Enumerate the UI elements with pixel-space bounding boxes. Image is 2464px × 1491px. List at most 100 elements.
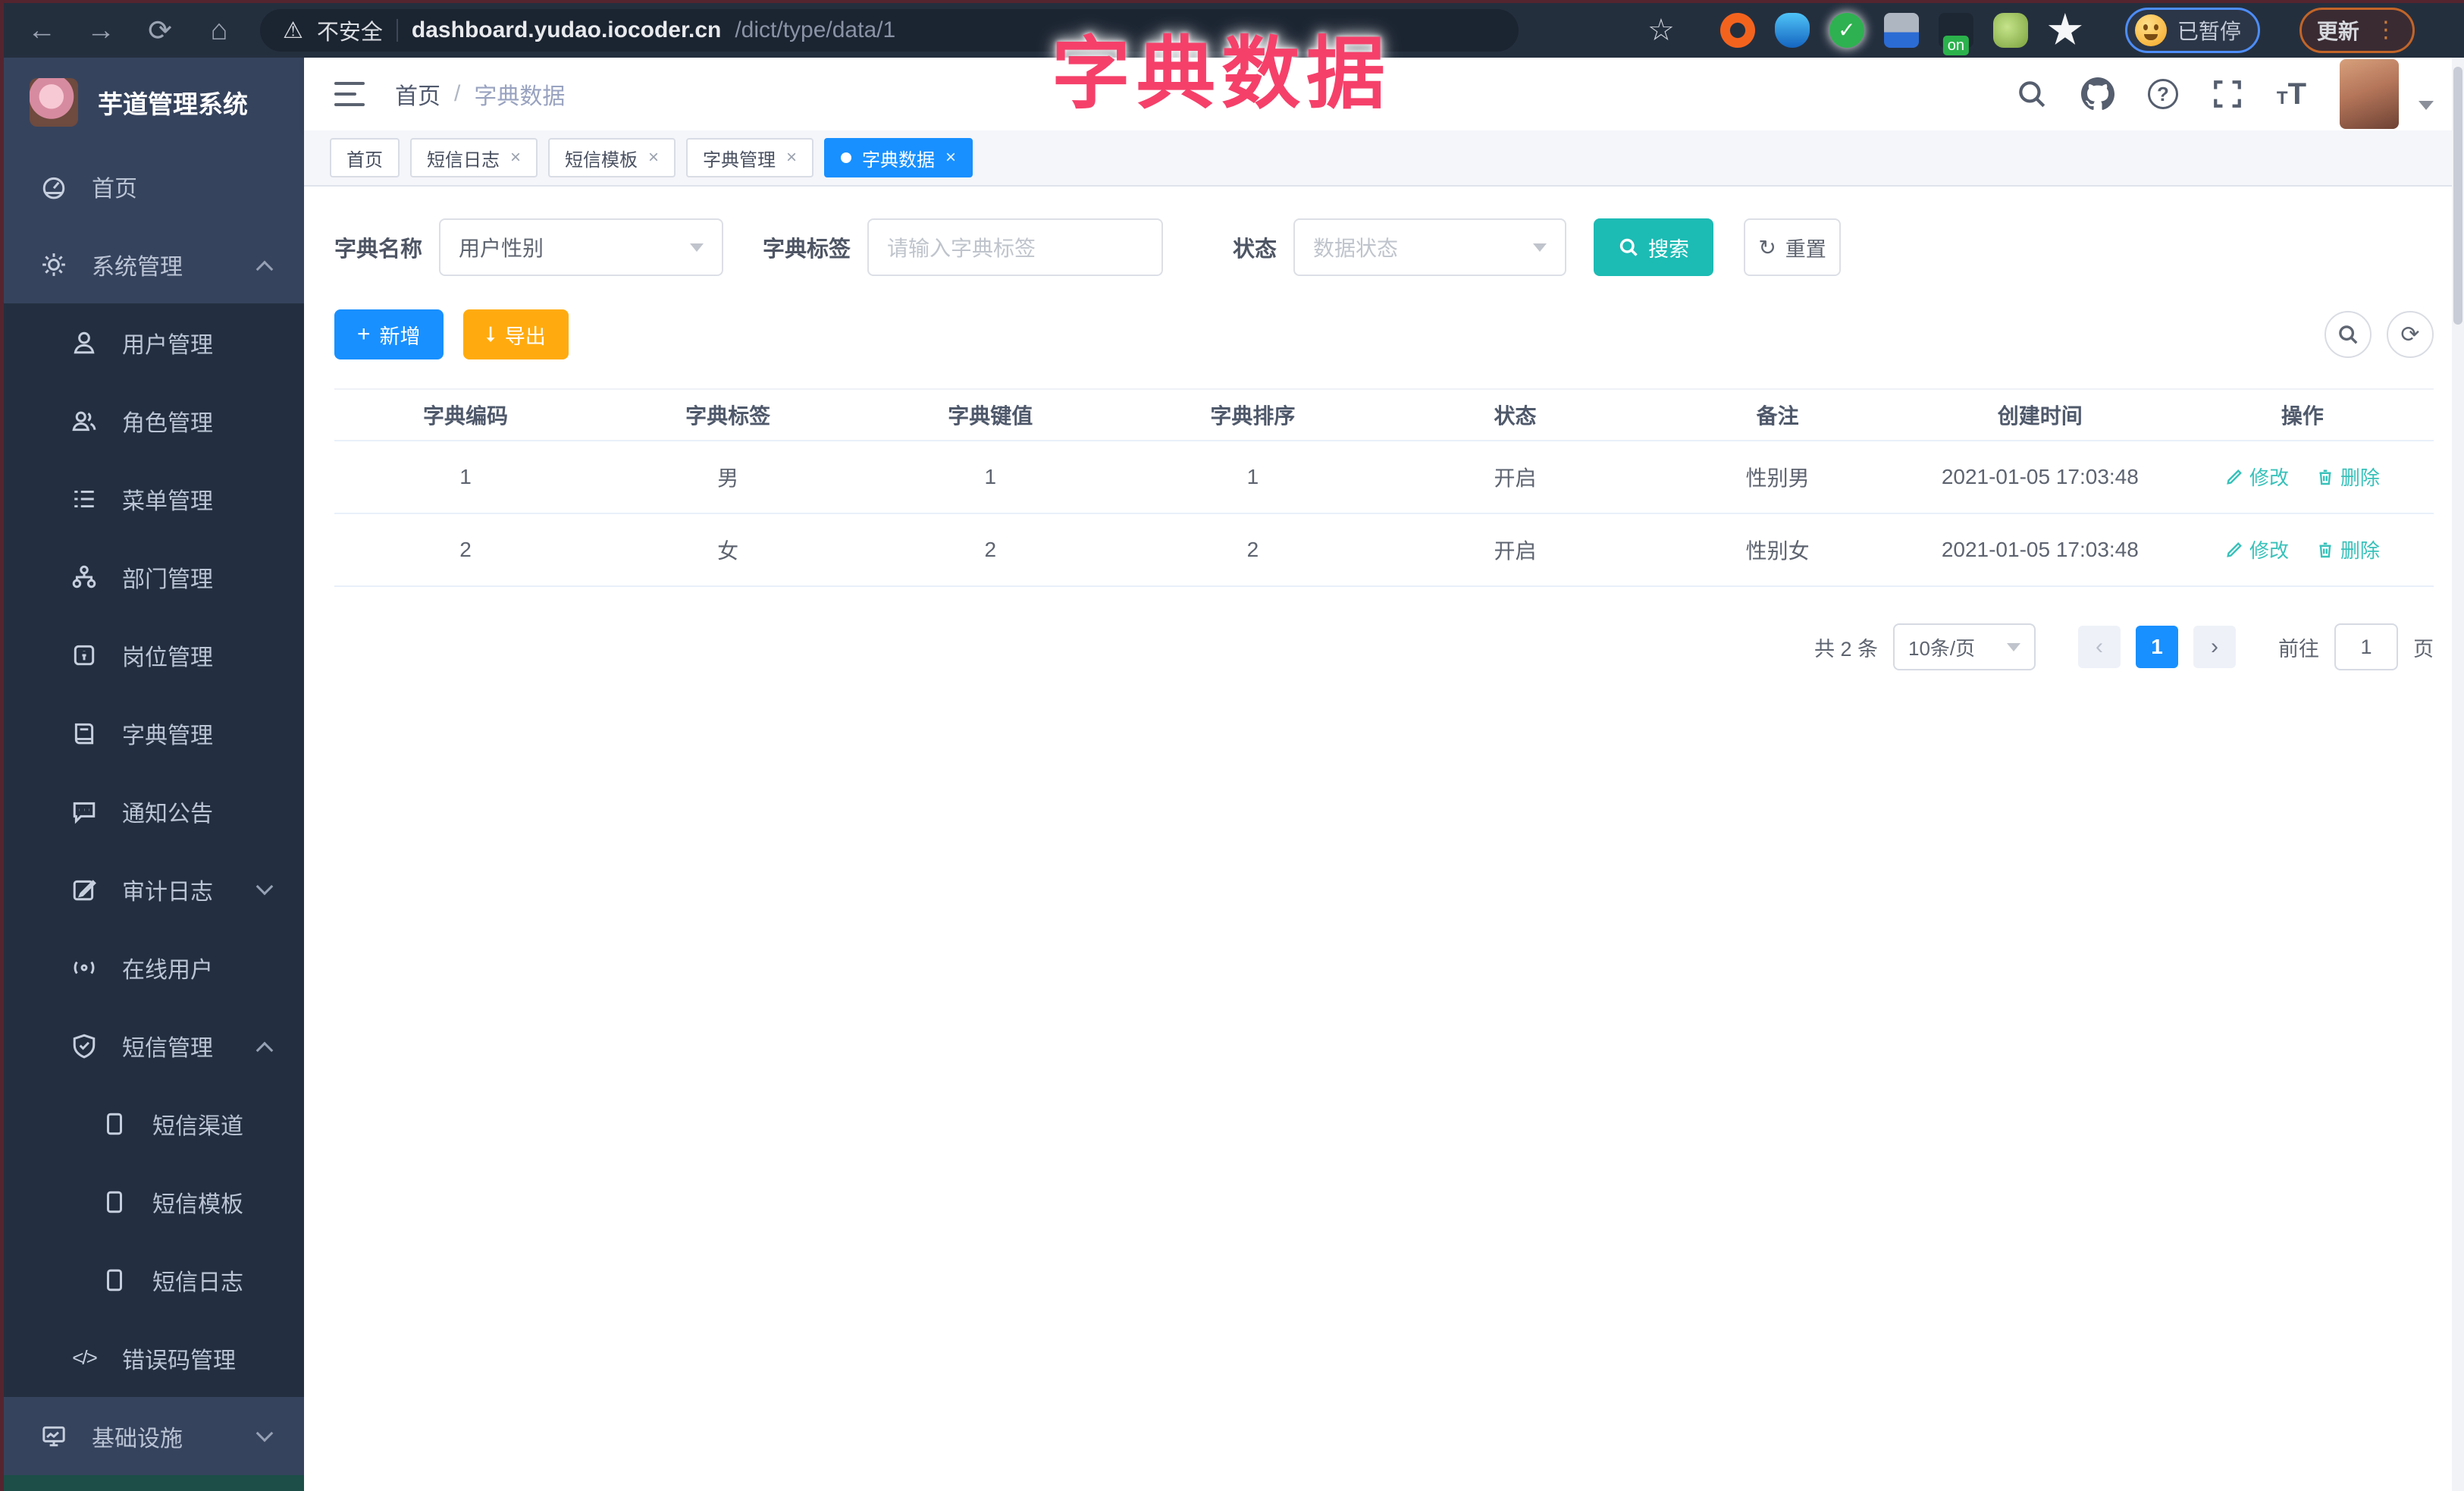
sidebar-item-menus[interactable]: 菜单管理: [4, 460, 304, 538]
dashboard-icon: [37, 174, 71, 199]
avatar-caret-icon[interactable]: [2419, 101, 2434, 110]
page-size-select[interactable]: 10条/页: [1893, 623, 2036, 670]
monitor-icon: [37, 1424, 71, 1449]
add-button[interactable]: + 新增: [334, 309, 444, 359]
tag-dict-manage[interactable]: 字典管理 ×: [686, 138, 814, 177]
insecure-warning-icon[interactable]: ⚠: [283, 17, 303, 44]
dict-name-select[interactable]: 用户性别: [439, 218, 724, 276]
sidebar-item-label: 系统管理: [92, 254, 183, 280]
tag-label: 字典数据: [862, 149, 936, 171]
sidebar-item-sms[interactable]: 短信管理: [4, 1006, 304, 1085]
sidebar-item-infra[interactable]: 基础设施: [4, 1397, 304, 1475]
sidebar-item-online-users[interactable]: 在线用户: [4, 928, 304, 1006]
browser-back-icon[interactable]: ←: [24, 14, 60, 47]
tag-label: 短信模板: [565, 149, 638, 171]
search-icon: [2339, 325, 2358, 344]
delete-link[interactable]: 删除: [2316, 535, 2380, 563]
dict-data-table: 字典编码 字典标签 字典键值 字典排序 状态 备注 创建时间 操作 1 男 1 …: [334, 388, 2434, 587]
sidebar-item-sms-log[interactable]: 短信日志: [4, 1241, 304, 1319]
goto-page-input[interactable]: 1: [2334, 623, 2398, 670]
sidebar-item-label: 岗位管理: [122, 645, 213, 670]
extension-icon-4[interactable]: [1883, 13, 1919, 48]
tag-home[interactable]: 首页: [330, 138, 400, 177]
sidebar-item-notice[interactable]: 通知公告: [4, 772, 304, 850]
edit-link-label: 修改: [2249, 466, 2290, 490]
status-label: 状态: [1233, 237, 1277, 262]
profile-paused-chip[interactable]: 已暂停: [2124, 8, 2260, 53]
pagination-total: 共 2 条: [1814, 637, 1878, 661]
cell-label: 男: [597, 440, 860, 513]
message-icon: [67, 799, 101, 824]
dict-label-placeholder: 请输入字典标签: [887, 237, 1036, 260]
extension-icon-3[interactable]: [1829, 13, 1864, 48]
dict-label-label: 字典标签: [763, 237, 851, 262]
dict-label-input[interactable]: 请输入字典标签: [867, 218, 1164, 276]
bookmark-star-icon[interactable]: ☆: [1647, 13, 1675, 48]
browser-reload-icon[interactable]: ⟳: [142, 14, 178, 48]
tag-label: 字典管理: [703, 149, 776, 171]
close-icon[interactable]: ×: [648, 147, 659, 168]
extension-icon-5[interactable]: on: [1938, 13, 1973, 55]
font-size-icon[interactable]: TT: [2277, 77, 2306, 111]
export-button[interactable]: ⭣ 导出: [462, 309, 569, 359]
update-label: 更新: [2316, 20, 2359, 43]
scrollbar-thumb[interactable]: [2453, 67, 2462, 325]
sidebar-item-sms-template[interactable]: 短信模板: [4, 1163, 304, 1241]
tag-dict-data[interactable]: 字典数据 ×: [824, 138, 973, 177]
sidebar-item-audit-log[interactable]: 审计日志: [4, 850, 304, 928]
current-page-button[interactable]: 1: [2136, 626, 2178, 668]
trash-icon: [2319, 542, 2331, 557]
extension-icon-6[interactable]: [1992, 13, 2028, 48]
close-icon[interactable]: ×: [945, 147, 956, 168]
sidebar-item-departments[interactable]: 部门管理: [4, 538, 304, 616]
edit-link[interactable]: 修改: [2225, 463, 2289, 491]
delete-link[interactable]: 删除: [2316, 463, 2380, 491]
sidebar-item-home[interactable]: 首页: [4, 147, 304, 225]
close-icon[interactable]: ×: [510, 147, 521, 168]
browser-forward-icon[interactable]: →: [83, 14, 119, 47]
sidebar: 芋道管理系统 首页 系统管理 用户管理 角色管理 菜单管理 部门管理 岗位管理 …: [4, 58, 304, 1491]
sidebar-item-users[interactable]: 用户管理: [4, 303, 304, 381]
sidebar-item-errorcode[interactable]: </> 错误码管理: [4, 1319, 304, 1397]
browser-menu-icon[interactable]: ⋮: [2375, 19, 2397, 42]
user-avatar[interactable]: [2340, 59, 2399, 129]
page-content: 字典名称 用户性别 字典标签 请输入字典标签 状态 数据状态 搜索 ↻ 重置 +…: [304, 187, 2464, 1491]
prev-page-button[interactable]: ‹: [2078, 626, 2121, 668]
window-scrollbar[interactable]: [2452, 58, 2464, 1491]
extension-puzzle-icon[interactable]: [2048, 13, 2082, 45]
sidebar-item-label: 短信管理: [122, 1035, 213, 1061]
breadcrumb-home[interactable]: 首页: [395, 77, 440, 111]
close-icon[interactable]: ×: [786, 147, 797, 168]
col-header: 字典键值: [859, 388, 1122, 441]
browser-update-button[interactable]: 更新 ⋮: [2299, 8, 2415, 53]
sidebar-item-sms-channel[interactable]: 短信渠道: [4, 1085, 304, 1163]
status-select[interactable]: 数据状态: [1293, 218, 1567, 276]
sidebar-logo-row[interactable]: 芋道管理系统: [4, 58, 304, 147]
next-page-button[interactable]: ›: [2193, 626, 2236, 668]
tag-label: 短信日志: [427, 149, 500, 171]
search-button[interactable]: 搜索: [1594, 218, 1714, 276]
cell-actions: 修改 删除: [2171, 440, 2434, 513]
refresh-table-button[interactable]: ⟳: [2387, 311, 2434, 358]
toggle-search-button[interactable]: [2324, 311, 2372, 358]
sidebar-toggle-icon[interactable]: [334, 82, 365, 106]
github-icon[interactable]: [2080, 77, 2114, 111]
sidebar-item-dict[interactable]: 字典管理: [4, 694, 304, 772]
gear-icon: [37, 252, 71, 278]
sidebar-item-posts[interactable]: 岗位管理: [4, 616, 304, 694]
export-button-label: 导出: [504, 325, 546, 348]
edit-link[interactable]: 修改: [2225, 535, 2289, 563]
tag-sms-log[interactable]: 短信日志 ×: [410, 138, 538, 177]
cell-status: 开启: [1384, 513, 1647, 587]
header-search-icon[interactable]: [2016, 78, 2048, 110]
reset-button[interactable]: ↻ 重置: [1744, 218, 1842, 276]
extension-icon-1[interactable]: [1719, 13, 1755, 48]
fullscreen-icon[interactable]: [2212, 78, 2243, 110]
tag-sms-template[interactable]: 短信模板 ×: [548, 138, 676, 177]
extension-icon-2[interactable]: [1774, 13, 1810, 48]
sidebar-item-system[interactable]: 系统管理: [4, 225, 304, 303]
help-icon[interactable]: ?: [2147, 79, 2178, 109]
security-label[interactable]: 不安全: [317, 14, 383, 46]
browser-home-icon[interactable]: ⌂: [201, 14, 237, 47]
sidebar-item-roles[interactable]: 角色管理: [4, 381, 304, 460]
